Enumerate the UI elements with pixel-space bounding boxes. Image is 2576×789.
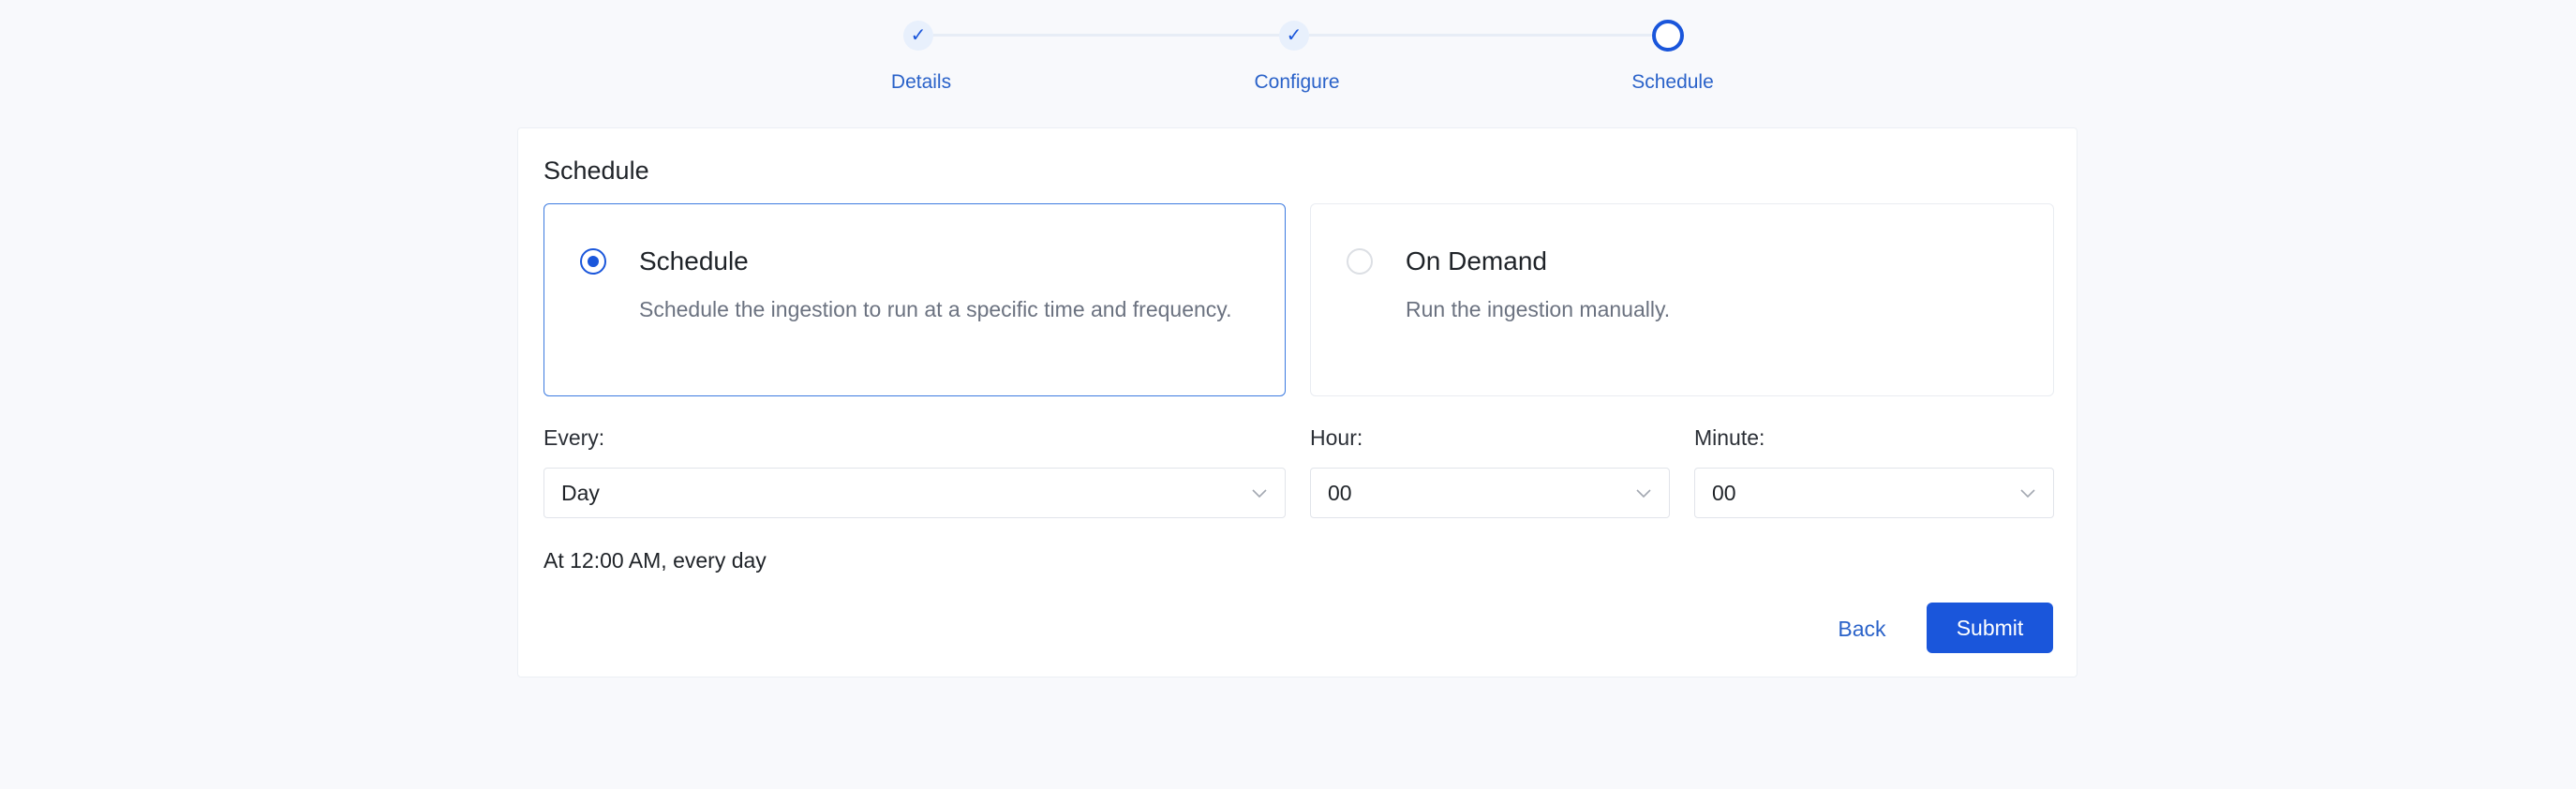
step-connector <box>933 34 1280 37</box>
hour-select-value: 00 <box>1328 481 1352 505</box>
every-select[interactable]: Day <box>543 468 1286 518</box>
every-label: Every: <box>543 425 605 450</box>
step-configure-indicator[interactable]: ✓ <box>1279 21 1309 51</box>
option-on-demand[interactable]: On Demand Run the ingestion manually. <box>1310 203 2054 396</box>
option-schedule-description: Schedule the ingestion to run at a speci… <box>639 297 1232 321</box>
schedule-radio[interactable] <box>580 248 606 275</box>
check-icon: ✓ <box>910 25 927 46</box>
option-schedule-title: Schedule <box>639 246 749 275</box>
option-on-demand-title: On Demand <box>1406 246 1547 275</box>
option-schedule[interactable]: Schedule Schedule the ingestion to run a… <box>543 203 1286 396</box>
step-details-indicator[interactable]: ✓ <box>903 21 933 51</box>
schedule-card: Schedule Schedule Schedule the ingestion… <box>517 127 2077 677</box>
section-title: Schedule <box>543 156 649 185</box>
chevron-down-icon <box>1636 489 1651 499</box>
step-schedule-indicator <box>1652 20 1684 52</box>
submit-button[interactable]: Submit <box>1927 603 2053 653</box>
check-icon: ✓ <box>1286 25 1303 46</box>
schedule-summary: At 12:00 AM, every day <box>543 548 767 573</box>
hour-label: Hour: <box>1310 425 1363 450</box>
minute-label: Minute: <box>1694 425 1765 450</box>
hour-select[interactable]: 00 <box>1310 468 1670 518</box>
chevron-down-icon <box>2020 489 2035 499</box>
step-configure-label[interactable]: Configure <box>1254 71 1339 94</box>
back-button[interactable]: Back <box>1825 604 1898 653</box>
minute-select-value: 00 <box>1712 481 1736 505</box>
option-on-demand-description: Run the ingestion manually. <box>1406 297 1671 321</box>
every-select-value: Day <box>561 481 600 505</box>
chevron-down-icon <box>1252 489 1267 499</box>
on-demand-radio[interactable] <box>1347 248 1373 275</box>
step-connector <box>1309 34 1652 37</box>
step-schedule-label: Schedule <box>1631 71 1714 93</box>
step-details-label[interactable]: Details <box>891 71 951 94</box>
minute-select[interactable]: 00 <box>1694 468 2054 518</box>
